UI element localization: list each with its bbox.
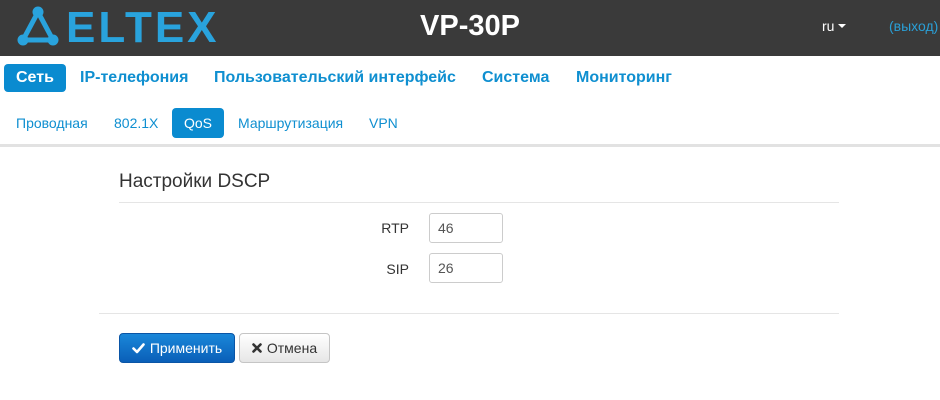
sub-nav-8021x[interactable]: 802.1X [114, 108, 158, 138]
main-nav-ip-telephony[interactable]: IP-телефония [80, 64, 188, 92]
main-nav-system[interactable]: Система [482, 64, 549, 92]
language-label: ru [822, 18, 835, 34]
section-divider [119, 202, 839, 203]
main-nav-network[interactable]: Сеть [4, 64, 66, 92]
apply-button[interactable]: Применить [119, 333, 235, 363]
caret-down-icon [838, 24, 847, 29]
sub-nav-vpn[interactable]: VPN [369, 108, 398, 138]
sub-nav-wired[interactable]: Проводная [16, 108, 88, 138]
sip-label: SIP [386, 261, 409, 277]
rtp-label: RTP [381, 220, 409, 236]
sip-input[interactable] [429, 253, 503, 283]
sub-nav: Проводная 802.1X QoS Маршрутизация VPN [0, 104, 940, 144]
cancel-button-label: Отмена [266, 340, 318, 356]
apply-button-label: Применить [149, 340, 223, 356]
times-icon [252, 343, 262, 353]
cancel-button[interactable]: Отмена [239, 333, 330, 363]
main-nav-user-interface[interactable]: Пользовательский интерфейс [214, 64, 456, 92]
section-title: Настройки DSCP [119, 171, 271, 192]
rtp-input[interactable] [429, 213, 503, 243]
main-nav-monitoring[interactable]: Мониторинг [576, 64, 672, 92]
main-nav: Сеть IP-телефония Пользовательский интер… [0, 56, 940, 100]
language-dropdown[interactable]: ru [822, 18, 847, 34]
device-title: VP-30P [420, 10, 520, 42]
form-divider [99, 313, 839, 314]
logout-link[interactable]: (выход) [889, 18, 938, 34]
check-icon [132, 342, 145, 353]
top-bar: ELTEX VP-30P ru (выход) [0, 0, 940, 56]
sub-nav-routing[interactable]: Маршрутизация [238, 108, 343, 138]
sub-nav-divider [0, 144, 940, 147]
sub-nav-qos[interactable]: QoS [172, 108, 225, 138]
